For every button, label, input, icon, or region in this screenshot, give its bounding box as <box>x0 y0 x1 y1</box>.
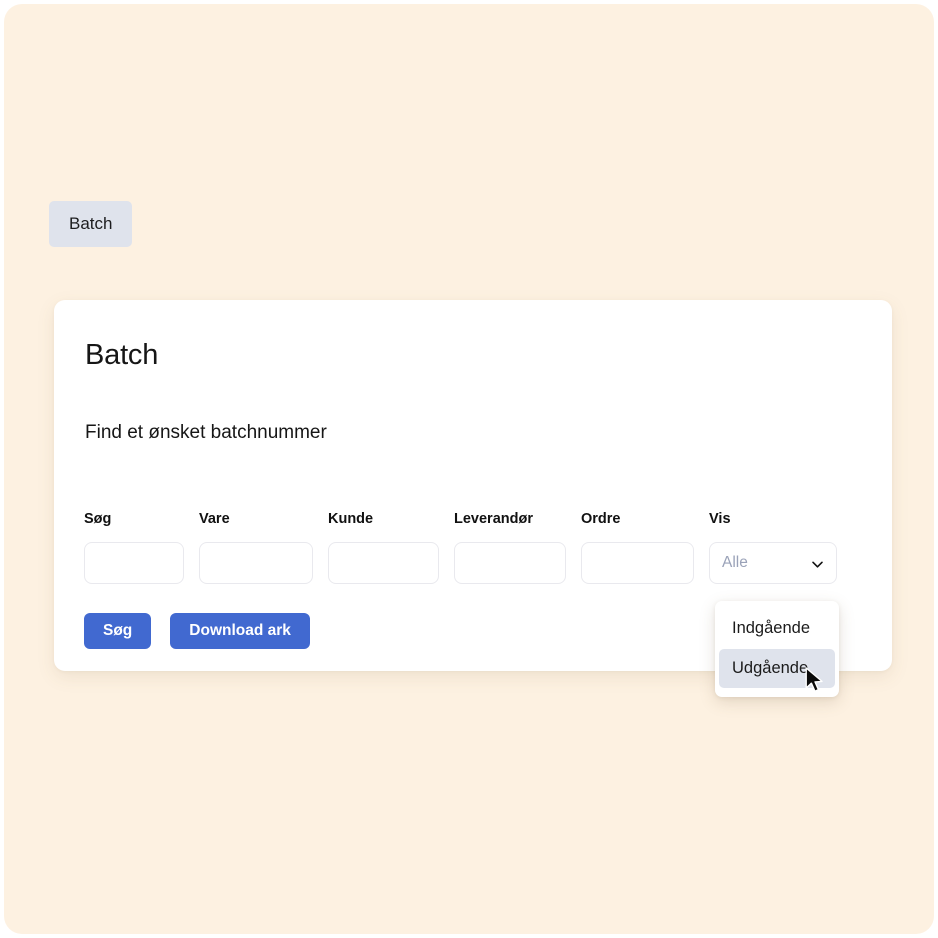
field-kunde: Kunde <box>328 512 439 584</box>
vis-select[interactable]: Alle <box>709 541 837 584</box>
chevron-down-icon <box>811 558 824 571</box>
screenshot-viewport: Batch Batch Find et ønsket batchnummer S… <box>0 0 938 938</box>
dropdown-option-udgaaende[interactable]: Udgående <box>719 648 835 688</box>
page-title: Batch <box>85 339 159 371</box>
leverandor-input[interactable] <box>454 541 566 584</box>
label-vis: Vis <box>709 511 731 527</box>
label-vare: Vare <box>199 511 230 527</box>
card-subtitle: Find et ønsket batchnummer <box>85 422 327 443</box>
field-soeg: Søg <box>84 512 184 584</box>
field-vis: Vis Alle <box>709 512 837 584</box>
label-ordre: Ordre <box>581 511 621 527</box>
field-leverandor: Leverandør <box>454 512 566 584</box>
page-canvas: Batch Batch Find et ønsket batchnummer S… <box>4 4 934 934</box>
tab-batch[interactable]: Batch <box>49 201 133 247</box>
vis-select-value: Alle <box>722 553 748 571</box>
label-soeg: Søg <box>84 511 112 527</box>
filter-row: Søg Vare Kunde Leverandør Ordre Vis Alle <box>84 512 837 584</box>
dropdown-option-indgaaende[interactable]: Indgående <box>719 609 835 649</box>
label-kunde: Kunde <box>328 511 374 527</box>
vare-input[interactable] <box>199 541 313 584</box>
kunde-input[interactable] <box>328 541 439 584</box>
field-ordre: Ordre <box>581 512 694 584</box>
ordre-input[interactable] <box>581 541 694 584</box>
action-buttons: Søg Download ark <box>84 613 310 649</box>
field-vare: Vare <box>199 512 313 584</box>
vis-dropdown-menu: Indgående Udgående <box>715 601 839 697</box>
tab-batch-label: Batch <box>69 214 113 233</box>
download-sheet-button[interactable]: Download ark <box>170 613 310 649</box>
search-input[interactable] <box>84 541 184 584</box>
tab-strip: Batch <box>49 201 133 247</box>
vis-select-wrap: Alle <box>709 541 837 584</box>
dropdown-option-label: Udgående <box>732 658 809 677</box>
dropdown-option-label: Indgående <box>732 619 810 637</box>
search-button[interactable]: Søg <box>84 613 152 649</box>
label-leverandor: Leverandør <box>454 511 533 527</box>
